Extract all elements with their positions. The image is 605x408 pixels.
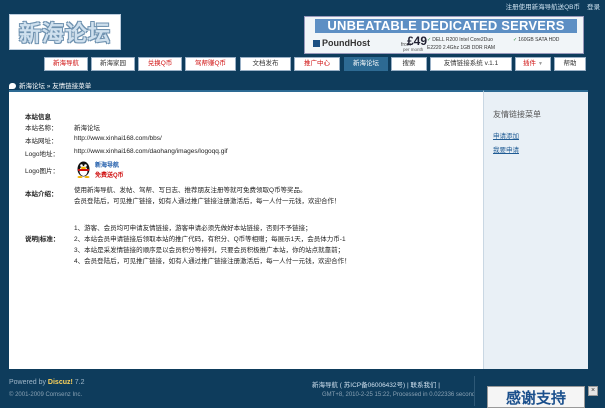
nav-item-xinhai-nav[interactable]: 新海导航 bbox=[44, 57, 88, 71]
check-icon: ✓ bbox=[427, 37, 432, 43]
login-link[interactable]: 登录 bbox=[587, 1, 600, 11]
footer-time-line: GMT+8, 2010-2-25 15:22, Processed in 0.0… bbox=[322, 392, 476, 398]
sidebar-link-apply-add[interactable]: 申请添加 bbox=[493, 130, 519, 140]
nav-item-home[interactable]: 新海家园 bbox=[91, 57, 135, 71]
site-info-heading: 本站信息 bbox=[25, 114, 51, 121]
logo-image-line2: 免费送Q币 bbox=[95, 173, 124, 179]
site-logo[interactable]: 新海论坛 bbox=[9, 14, 121, 50]
note-item: 3、本站是采发情链接的顺序是以会员积分等排列，只要会员积极推广本站，你的站点就靠… bbox=[74, 247, 345, 254]
intro-line1: 使用新海导航、发帖、驾帮、写日志、推荐朋友注册等就可免费领取Q币等奖品。 bbox=[74, 187, 307, 194]
main-nav: 新海导航 新海家园 兑换Q币 驾帮赚Q币 文档发布 推广中心 新海论坛 搜索 友… bbox=[0, 56, 605, 72]
close-icon[interactable]: × bbox=[588, 386, 598, 396]
intro-label: 本站介绍： bbox=[25, 191, 58, 198]
nav-item-friend-links[interactable]: 友情链接系统 v.1.1 bbox=[430, 57, 512, 71]
site-name-label: 本站名称： bbox=[25, 125, 58, 132]
ad-spec: ✓DELL R200 Intel Core2Duo bbox=[427, 37, 493, 43]
discuz-link[interactable]: Discuz! bbox=[48, 379, 73, 386]
powered-by: Powered by Discuz! 7.2 bbox=[9, 379, 85, 386]
footer-site-line[interactable]: 新海导航 ( 苏ICP备06006432号) | 联系我们 | bbox=[312, 379, 440, 389]
speech-bubble-icon bbox=[9, 83, 16, 89]
top-links: 注册使用新海导航送QB币 登录 bbox=[502, 1, 600, 11]
sidebar-link-i-apply[interactable]: 我要申请 bbox=[493, 144, 519, 154]
poundhost-logo-icon bbox=[313, 40, 320, 47]
logo-url-label: Logo地址： bbox=[25, 151, 59, 158]
nav-item-exchange-qb[interactable]: 兑换Q币 bbox=[138, 57, 182, 71]
nav-item-promotion[interactable]: 推广中心 bbox=[294, 57, 340, 71]
ad-brand: PoundHost bbox=[313, 38, 370, 48]
site-name-value: 新海论坛 bbox=[74, 125, 100, 132]
breadcrumb-text[interactable]: 新海论坛 » 友情链接菜单 bbox=[19, 83, 91, 90]
sidebar-title: 友情链接菜单 bbox=[493, 110, 541, 119]
right-edge bbox=[588, 90, 605, 369]
nav-item-help[interactable]: 帮助 bbox=[554, 57, 586, 71]
logo-url-value: http://www.xinhai168.com/daohang/images/… bbox=[74, 148, 228, 155]
ad-title: UNBEATABLE DEDICATED SERVERS bbox=[315, 19, 577, 33]
logo-image-label: Logo图片： bbox=[25, 168, 59, 175]
nav-item-earn-qb[interactable]: 驾帮赚Q币 bbox=[185, 57, 236, 71]
chevron-down-icon: ▼ bbox=[538, 61, 543, 67]
breadcrumb: 新海论坛 » 友情链接菜单 bbox=[9, 80, 91, 90]
copyright: © 2001-2009 Comsenz Inc. bbox=[9, 392, 83, 398]
top-bar: 注册使用新海导航送QB币 登录 bbox=[0, 0, 605, 11]
notes-label: 说明|标准： bbox=[25, 236, 60, 243]
sidebar: 友情链接菜单 申请添加 我要申请 bbox=[483, 90, 588, 369]
check-icon: ✓ bbox=[513, 37, 518, 43]
register-link[interactable]: 注册使用新海导航送QB币 bbox=[506, 4, 580, 11]
nav-item-forum[interactable]: 新海论坛 bbox=[344, 57, 388, 71]
main-panel: 本站信息 本站名称： 新海论坛 本站网址： http://www.xinhai1… bbox=[9, 90, 483, 369]
footer-divider bbox=[474, 376, 475, 406]
nav-item-plugins[interactable]: 插件 ▼ bbox=[515, 57, 551, 71]
ad-spec: E2220 2.4Ghz 1GB DDR RAM bbox=[427, 45, 496, 51]
ad-brand-name: PoundHost bbox=[322, 38, 370, 48]
ad-banner[interactable]: UNBEATABLE DEDICATED SERVERS PoundHost f… bbox=[304, 16, 584, 54]
ad-per-month: per month bbox=[403, 47, 424, 52]
thanks-support-button[interactable]: 感谢支持 bbox=[487, 386, 585, 408]
note-item: 2、本站会员申请链接后领取本站的推广代码，有积分、Q币等相赠；每展示1天，会员体… bbox=[74, 236, 346, 243]
intro-line2: 会员登陆后，可见推广链接，如有人通过推广链接注册激活后，每一人付一元钱，欢迎合作… bbox=[74, 198, 341, 205]
note-item: 4、会员登陆后，可见推广链接，如有人通过推广链接注册激活后，每一人付一元钱，欢迎… bbox=[74, 258, 351, 265]
note-item: 1、游客、会员均可申请友情链接，游客申请必须先做好本站链接，否则不予链接； bbox=[74, 225, 312, 232]
nav-item-search[interactable]: 搜索 bbox=[391, 57, 427, 71]
logo-image-line1: 新海导航 bbox=[95, 163, 120, 169]
ad-price: £49 bbox=[407, 34, 428, 48]
ad-spec: ✓160GB SATA HDD bbox=[513, 37, 560, 43]
site-url-label: 本站网址： bbox=[25, 138, 58, 145]
forum-page: 注册使用新海导航送QB币 登录 新海论坛 UNBEATABLE DEDICATE… bbox=[0, 0, 605, 408]
site-url-value: http://www.xinhai168.com/bbs/ bbox=[74, 135, 162, 142]
qq-penguin-icon bbox=[75, 160, 92, 178]
nav-item-documents[interactable]: 文档发布 bbox=[240, 57, 291, 71]
